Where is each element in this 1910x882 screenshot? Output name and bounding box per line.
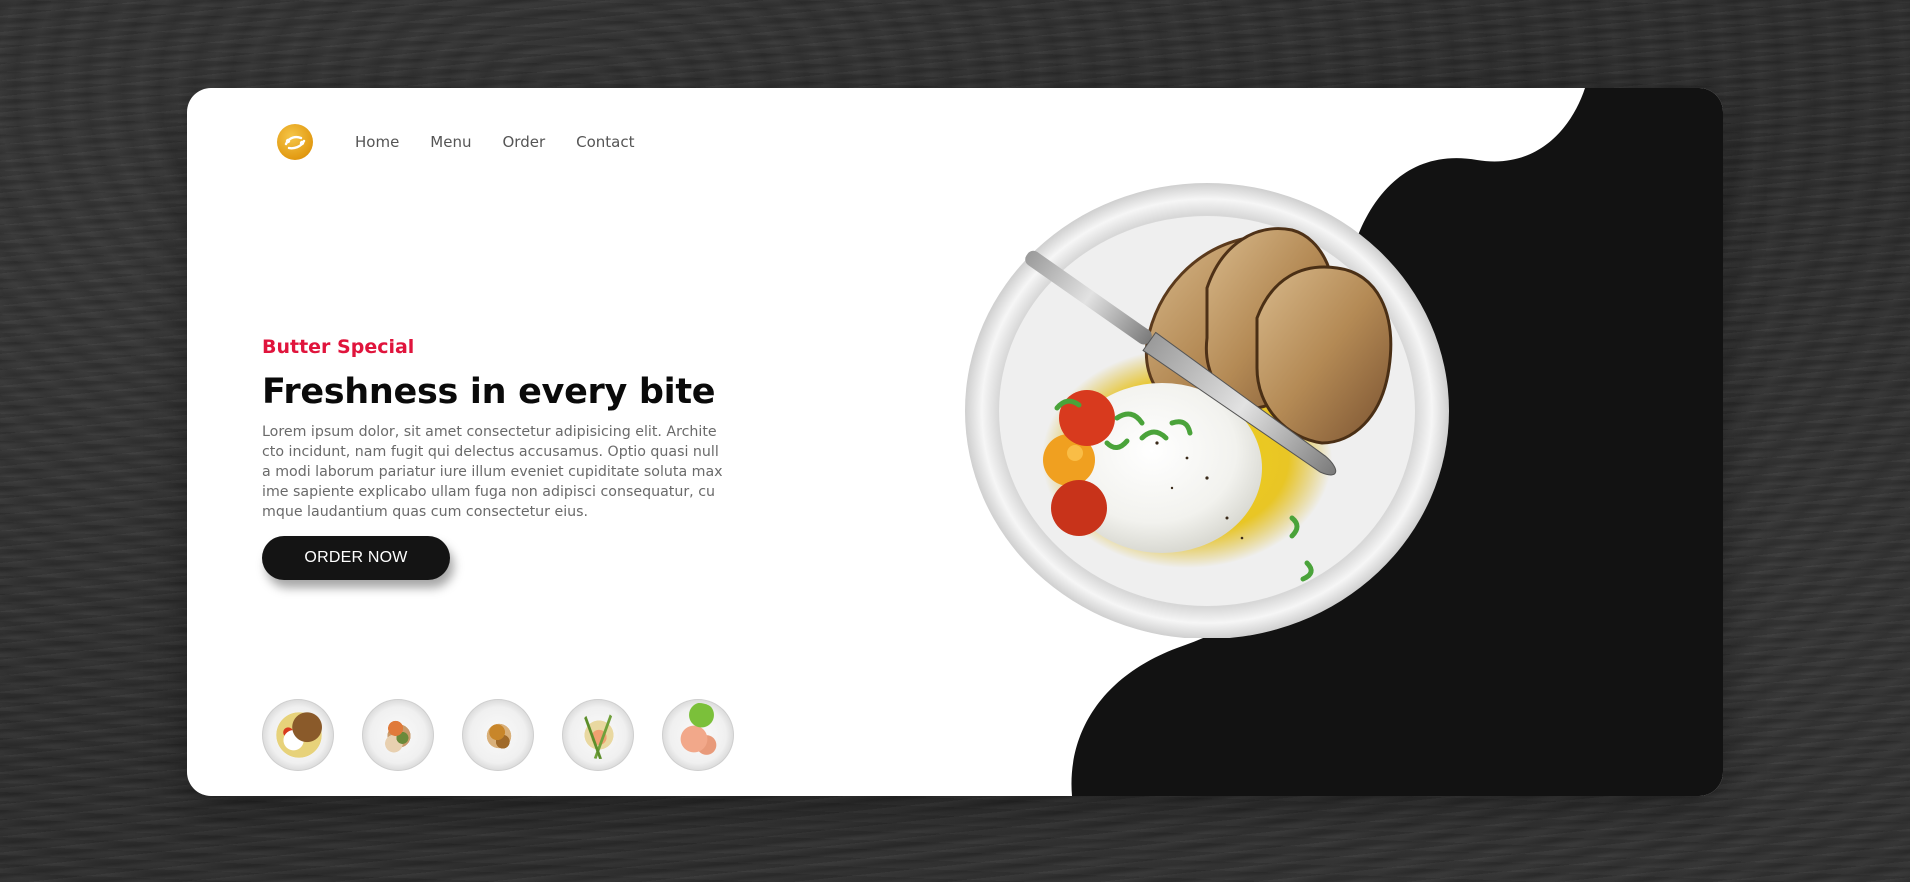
seafood-plate-thumbnail[interactable] <box>362 699 434 771</box>
pasta-plate-thumbnail[interactable] <box>462 699 534 771</box>
nav-link-menu[interactable]: Menu <box>430 133 471 151</box>
hero-eyebrow: Butter Special <box>262 336 415 358</box>
burrata-toast-thumbnail[interactable] <box>262 699 334 771</box>
nav-link-order[interactable]: Order <box>502 133 545 151</box>
order-now-button[interactable]: ORDER NOW <box>262 536 450 580</box>
nav-link-home[interactable]: Home <box>355 133 399 151</box>
top-nav: Home Menu Order Contact <box>277 122 665 162</box>
hero-card: Home Menu Order Contact Butter Special F… <box>187 88 1723 796</box>
hero-headline: Freshness in every bite <box>262 372 716 412</box>
featured-dish-image <box>957 168 1457 639</box>
fork-spoon-logo-icon[interactable] <box>277 124 313 160</box>
hero-description: Lorem ipsum dolor, sit amet consectetur … <box>262 424 723 520</box>
nav-links: Home Menu Order Contact <box>355 133 665 151</box>
salmon-asparagus-thumbnail[interactable] <box>562 699 634 771</box>
dish-thumbnails <box>262 699 762 771</box>
salmon-salad-thumbnail[interactable] <box>662 699 734 771</box>
nav-link-contact[interactable]: Contact <box>576 133 634 151</box>
hero-section: Butter Special Freshness in every bite L… <box>262 336 732 522</box>
